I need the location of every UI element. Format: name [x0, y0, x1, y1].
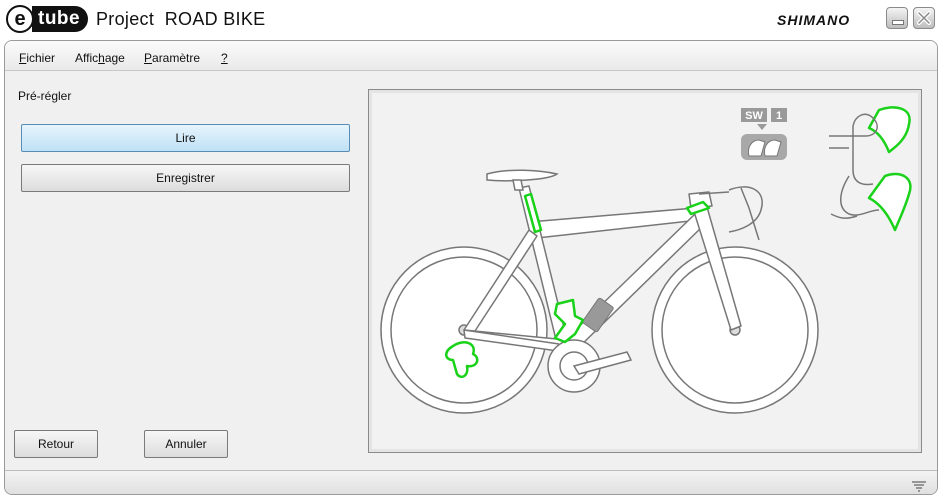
- menu-bar: Fichier Affichage Paramètre ?: [5, 41, 937, 71]
- close-button[interactable]: [913, 7, 935, 29]
- window-title: Project ROAD BIKE: [96, 9, 266, 29]
- save-button[interactable]: Enregistrer: [21, 164, 350, 192]
- menu-fichier[interactable]: Fichier: [19, 51, 55, 65]
- menu-help[interactable]: ?: [221, 51, 228, 65]
- read-button[interactable]: Lire: [21, 124, 350, 152]
- minimize-button[interactable]: [886, 7, 908, 29]
- shifter-top-highlight: [867, 106, 911, 154]
- bike-illustration-panel: SW 1: [368, 89, 922, 453]
- main-window: Fichier Affichage Paramètre ? Pré-régler…: [4, 40, 938, 495]
- front-wheel: [651, 246, 819, 414]
- cancel-button[interactable]: Annuler: [144, 430, 228, 458]
- menu-affichage[interactable]: Affichage: [75, 51, 125, 65]
- menu-parametre[interactable]: Paramètre: [144, 51, 200, 65]
- switch-label: SW: [745, 110, 763, 122]
- close-icon: [917, 11, 931, 25]
- switch-number: 1: [776, 110, 782, 122]
- switch-indicator: SW 1: [741, 108, 787, 160]
- title-bar: e tube Project ROAD BIKE SHIMANO: [0, 0, 945, 40]
- saddle: [486, 169, 559, 191]
- preset-label: Pré-régler: [18, 89, 72, 103]
- etube-logo-mark: e: [6, 5, 34, 33]
- etube-logo-text: tube: [32, 6, 89, 32]
- status-bar: [5, 470, 937, 494]
- brand-logo: SHIMANO: [777, 12, 851, 28]
- back-button[interactable]: Retour: [14, 430, 98, 458]
- resize-grip-icon[interactable]: [911, 480, 927, 492]
- bike-illustration: SW 1: [380, 106, 912, 414]
- shifter-bottom-highlight: [867, 172, 912, 232]
